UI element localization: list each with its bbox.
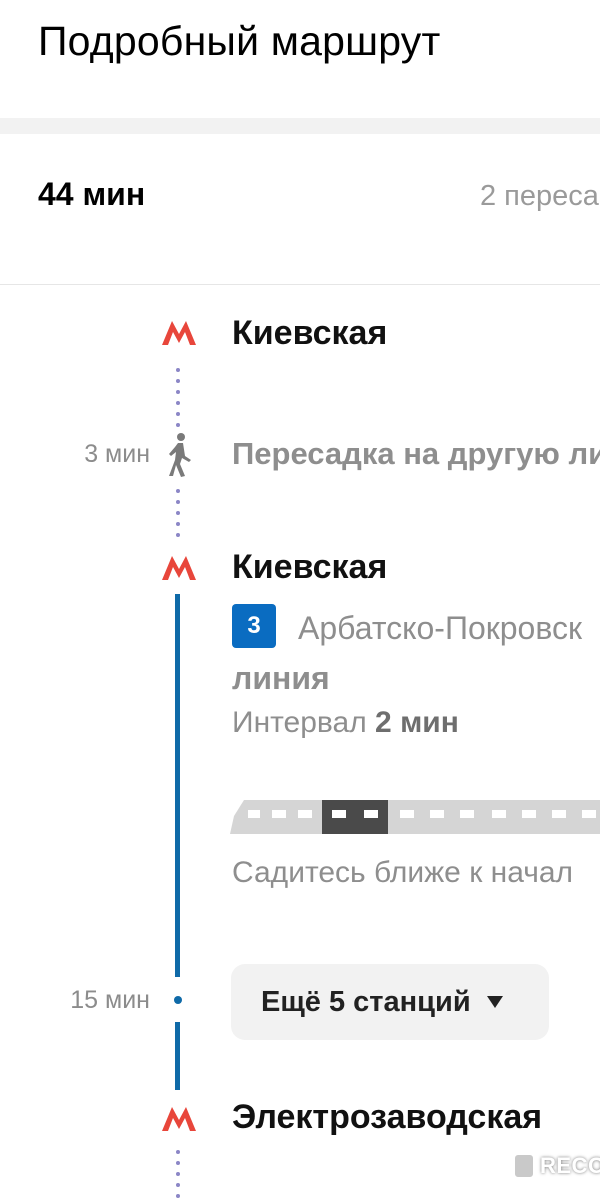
station-name[interactable]: Электрозаводская: [232, 1098, 542, 1137]
route-duration: 44 мин: [38, 176, 146, 212]
metro-line-track: [175, 1022, 180, 1090]
station-name[interactable]: Киевская: [232, 314, 387, 353]
summary-divider: [0, 284, 600, 285]
metro-line-track: [175, 594, 180, 977]
watermark-logo-icon: [512, 1152, 536, 1180]
boarding-hint: Садитесь ближе к начал: [232, 856, 574, 889]
station-name[interactable]: Киевская: [232, 548, 387, 587]
path-dot: [176, 390, 180, 394]
line-name-continued: линия: [232, 660, 330, 696]
transfer-time: 3 мин: [84, 440, 150, 468]
interval-info: Интервал 2 мин: [232, 706, 459, 740]
triangle-down-icon: [486, 996, 503, 1008]
transfer-text[interactable]: Пересадка на другую ли: [232, 436, 600, 472]
section-divider: [0, 118, 600, 134]
interval-value: 2 мин: [375, 706, 459, 739]
path-dot: [176, 379, 180, 383]
train-diagram-icon: [230, 800, 600, 834]
line-name: Арбатско-Покровск: [298, 610, 582, 646]
intermediate-stops-dot: [174, 996, 182, 1004]
path-dot: [176, 1194, 180, 1198]
walk-path-dots: [176, 1150, 180, 1200]
more-stations-label: Ещё 5 станций: [261, 985, 471, 1018]
more-stations-button[interactable]: Ещё 5 станций: [231, 964, 549, 1040]
path-dot: [176, 522, 180, 526]
path-dot: [176, 511, 180, 515]
path-dot: [176, 1172, 180, 1176]
path-dot: [176, 412, 180, 416]
path-dot: [176, 368, 180, 372]
interval-label: Интервал: [232, 706, 367, 739]
metro-icon: [162, 321, 196, 345]
metro-icon: [162, 1107, 196, 1131]
path-dot: [176, 1161, 180, 1165]
watermark: RECOM: [512, 1152, 600, 1180]
path-dot: [176, 1183, 180, 1187]
watermark-text: RECOM: [540, 1153, 600, 1178]
walk-icon: [169, 433, 191, 477]
page-title: Подробный маршрут: [38, 18, 441, 64]
ride-time: 15 мин: [70, 986, 150, 1014]
metro-icon: [162, 556, 196, 580]
path-dot: [176, 401, 180, 405]
route-transfers: 2 переса: [480, 180, 599, 212]
path-dot: [176, 1150, 180, 1154]
path-dot: [176, 423, 180, 427]
path-dot: [176, 533, 180, 537]
path-dot: [176, 500, 180, 504]
line-number-badge: 3: [232, 604, 276, 648]
path-dot: [176, 489, 180, 493]
